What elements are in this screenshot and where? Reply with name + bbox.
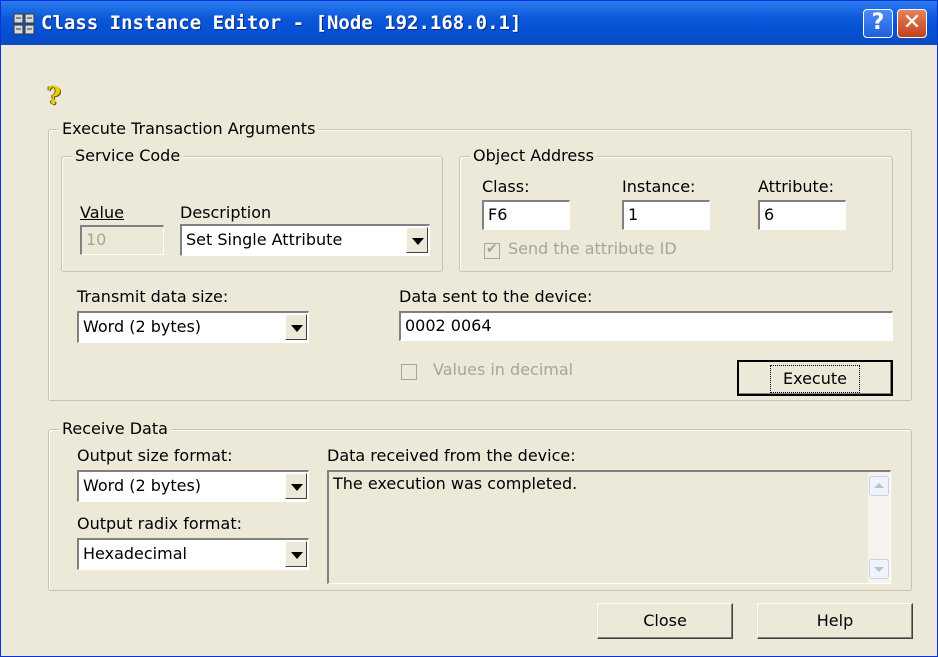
- question-mark-icon[interactable]: ?: [47, 81, 69, 110]
- service-code-group: Service Code Value 10 Description Set Si…: [61, 146, 443, 272]
- output-radix-select[interactable]: Hexadecimal: [77, 538, 309, 570]
- execute-button-label: Execute: [770, 365, 860, 393]
- chevron-down-icon[interactable]: [406, 227, 428, 253]
- help-button-label: Help: [816, 611, 854, 630]
- transmit-size-value: Word (2 bytes): [83, 317, 202, 336]
- data-sent-field[interactable]: 0002 0064: [399, 311, 893, 341]
- send-attribute-id-label: Send the attribute ID: [508, 239, 677, 258]
- object-address-group: Object Address Class: F6 Instance: 1 Att…: [459, 146, 893, 272]
- send-attribute-id-checkbox[interactable]: [484, 241, 500, 259]
- data-received-label: Data received from the device:: [327, 446, 576, 465]
- output-size-label: Output size format:: [77, 446, 233, 465]
- output-size-select[interactable]: Word (2 bytes): [77, 470, 309, 502]
- execute-button[interactable]: Execute: [737, 360, 893, 396]
- service-code-legend: Service Code: [72, 146, 184, 165]
- title-bar[interactable]: Class Instance Editor - [Node 192.168.0.…: [1, 1, 937, 45]
- value-label: Value: [80, 203, 124, 222]
- execute-transaction-group: Execute Transaction Arguments Service Co…: [48, 119, 912, 401]
- receive-data-group: Receive Data Output size format: Word (2…: [48, 419, 912, 591]
- instance-label: Instance:: [622, 177, 696, 196]
- chevron-down-icon[interactable]: [285, 541, 307, 567]
- data-sent-label: Data sent to the device:: [399, 287, 593, 306]
- scroll-up-icon[interactable]: [869, 476, 889, 496]
- attribute-label: Attribute:: [758, 177, 835, 196]
- close-button[interactable]: Close: [597, 603, 733, 639]
- receive-data-legend: Receive Data: [59, 419, 171, 438]
- output-radix-value: Hexadecimal: [83, 544, 187, 563]
- scroll-down-icon[interactable]: [869, 559, 889, 579]
- attribute-field[interactable]: 6: [758, 200, 846, 230]
- description-label: Description: [180, 203, 272, 222]
- value-label-text: Value: [80, 203, 124, 222]
- data-received-text: The execution was completed.: [333, 474, 578, 493]
- transmit-size-select[interactable]: Word (2 bytes): [77, 311, 309, 343]
- help-button[interactable]: Help: [757, 603, 913, 639]
- help-icon[interactable]: ?: [863, 9, 893, 38]
- close-button-label: Close: [643, 611, 687, 630]
- values-decimal-label: Values in decimal: [433, 360, 574, 379]
- values-decimal-checkbox[interactable]: [401, 364, 417, 380]
- window-title: Class Instance Editor - [Node 192.168.0.…: [41, 12, 522, 34]
- class-instance-editor-window: Class Instance Editor - [Node 192.168.0.…: [0, 0, 938, 657]
- data-received-textarea[interactable]: The execution was completed.: [327, 470, 891, 584]
- output-radix-label: Output radix format:: [77, 514, 242, 533]
- description-value: Set Single Attribute: [186, 230, 343, 249]
- close-icon[interactable]: ✕: [897, 9, 927, 38]
- description-select[interactable]: Set Single Attribute: [180, 224, 430, 256]
- service-value-field: 10: [80, 225, 164, 255]
- chevron-down-icon[interactable]: [285, 473, 307, 499]
- class-field[interactable]: F6: [482, 200, 570, 230]
- object-address-legend: Object Address: [470, 146, 597, 165]
- app-icon: [13, 13, 35, 35]
- class-label: Class:: [482, 177, 530, 196]
- execute-transaction-legend: Execute Transaction Arguments: [59, 119, 319, 138]
- vertical-scrollbar[interactable]: [868, 472, 890, 583]
- transmit-size-label: Transmit data size:: [77, 287, 229, 306]
- output-size-value: Word (2 bytes): [83, 476, 202, 495]
- instance-field[interactable]: 1: [622, 200, 710, 230]
- chevron-down-icon[interactable]: [285, 314, 307, 340]
